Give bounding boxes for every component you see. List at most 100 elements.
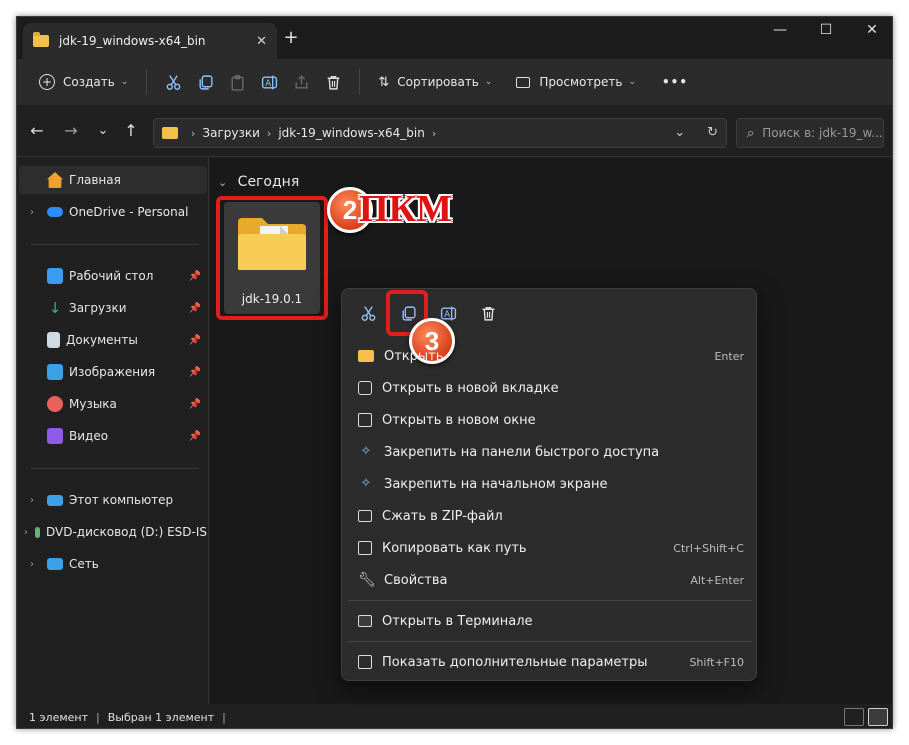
tab-jdk[interactable]: jdk-19_windows-x64_bin ✕: [23, 23, 277, 59]
menu-item-show-more-options[interactable]: Показать дополнительные параметры Shift+…: [348, 647, 752, 677]
group-header[interactable]: ⌄ Сегодня: [218, 174, 299, 190]
view-button[interactable]: Просмотреть ⌄: [508, 66, 644, 98]
delete-icon[interactable]: [317, 66, 349, 98]
sidebar-item-label: Сеть: [69, 557, 99, 571]
paste-icon[interactable]: [221, 66, 253, 98]
create-button[interactable]: + Создать ⌄: [31, 66, 136, 98]
sidebar-item-network[interactable]: › Сеть: [19, 550, 207, 578]
documents-icon: [47, 332, 60, 348]
pin-icon[interactable]: 📌: [189, 335, 201, 346]
maximize-button[interactable]: ☐: [803, 17, 849, 47]
sort-icon: ⇅: [378, 74, 390, 90]
pin-icon[interactable]: 📌: [189, 303, 201, 314]
sidebar-item-downloads[interactable]: ↓ Загрузки 📌: [19, 294, 207, 322]
breadcrumb-jdk-folder[interactable]: jdk-19_windows-x64_bin: [278, 126, 425, 140]
chevron-right-icon[interactable]: ›: [23, 207, 41, 218]
title-bar: jdk-19_windows-x64_bin ✕ + — ☐ ✕: [17, 17, 892, 59]
cut-icon[interactable]: [352, 297, 384, 329]
breadcrumb-downloads[interactable]: Загрузки: [202, 126, 260, 140]
video-icon: [47, 428, 63, 444]
sidebar-item-video[interactable]: Видео 📌: [19, 422, 207, 450]
up-button[interactable]: ↑: [119, 119, 143, 143]
chevron-down-icon: ⌄: [120, 77, 129, 87]
menu-item-label: Показать дополнительные параметры: [382, 654, 648, 670]
group-header-label: Сегодня: [237, 174, 300, 190]
menu-divider: [348, 641, 752, 642]
new-tab-icon: [358, 381, 372, 395]
toolbar-divider: [359, 69, 361, 95]
sort-button[interactable]: ⇅ Сортировать ⌄: [370, 66, 500, 98]
copy-icon[interactable]: [189, 66, 221, 98]
tab-close-icon[interactable]: ✕: [256, 34, 267, 49]
sidebar-item-label: Документы: [66, 333, 138, 347]
address-dropdown-icon[interactable]: ⌄: [674, 125, 685, 140]
sidebar-item-label: Главная: [69, 173, 121, 187]
tiles-view-icon[interactable]: [868, 708, 888, 726]
delete-icon[interactable]: [472, 297, 504, 329]
chevron-right-icon[interactable]: ›: [23, 559, 41, 570]
menu-item-label: Свойства: [384, 572, 448, 588]
rename-icon[interactable]: A: [253, 66, 285, 98]
file-list-area[interactable]: ⌄ Сегодня jdk-19.0.1 2 ПКМ A 3 Открыть E…: [210, 158, 892, 704]
sidebar-item-home[interactable]: Главная: [19, 166, 207, 194]
sidebar-item-label: OneDrive - Personal: [69, 205, 189, 219]
chevron-right-icon[interactable]: ›: [23, 527, 29, 538]
chevron-down-icon: ⌄: [484, 77, 493, 87]
sidebar-item-onedrive[interactable]: › OneDrive - Personal: [19, 198, 207, 226]
cut-icon[interactable]: [157, 66, 189, 98]
sidebar-item-music[interactable]: Музыка 📌: [19, 390, 207, 418]
sidebar-item-label: Рабочий стол: [69, 269, 154, 283]
view-label: Просмотреть: [539, 75, 623, 89]
menu-item-label: Открыть в Терминале: [382, 613, 533, 629]
sidebar-divider: [31, 468, 199, 469]
search-placeholder: Поиск в: jdk-19_w...: [762, 126, 883, 140]
details-view-icon[interactable]: [844, 708, 864, 726]
chevron-right-icon[interactable]: ›: [23, 495, 41, 506]
menu-item-properties[interactable]: 🔧︎ Свойства Alt+Enter: [348, 565, 752, 595]
recent-locations-button[interactable]: ⌄: [91, 119, 115, 143]
sidebar-item-desktop[interactable]: Рабочий стол 📌: [19, 262, 207, 290]
more-icon: •••: [661, 75, 688, 89]
sidebar-item-dvd[interactable]: › DVD-дисковод (D:) ESD-IS: [19, 518, 207, 546]
sort-label: Сортировать: [397, 75, 479, 89]
menu-item-open-terminal[interactable]: Открыть в Терминале: [348, 606, 752, 636]
annotation-label: ПКМ: [359, 188, 452, 230]
more-options-button[interactable]: •••: [654, 66, 696, 98]
file-explorer-window: jdk-19_windows-x64_bin ✕ + — ☐ ✕ + Созда…: [16, 16, 893, 729]
back-button[interactable]: ←: [25, 119, 49, 143]
svg-text:A: A: [444, 310, 450, 320]
pin-icon[interactable]: 📌: [189, 431, 201, 442]
computer-icon: [47, 494, 63, 506]
address-bar[interactable]: › Загрузки › jdk-19_windows-x64_bin › ⌄ …: [153, 118, 727, 148]
close-window-button[interactable]: ✕: [849, 17, 892, 47]
sidebar-item-documents[interactable]: Документы 📌: [19, 326, 207, 354]
breadcrumb-separator: ›: [266, 126, 272, 140]
menu-item-open-new-tab[interactable]: Открыть в новой вкладке: [348, 373, 752, 403]
menu-item-pin-quick-access[interactable]: ✧ Закрепить на панели быстрого доступа: [348, 437, 752, 467]
pin-icon[interactable]: 📌: [189, 367, 201, 378]
minimize-button[interactable]: —: [757, 17, 803, 47]
command-bar: + Создать ⌄ A ⇅ Сортировать ⌄ Просмотрет…: [17, 59, 892, 105]
zip-icon: [358, 510, 372, 522]
forward-button[interactable]: →: [59, 119, 83, 143]
menu-item-open-new-window[interactable]: Открыть в новом окне: [348, 405, 752, 435]
view-switcher: [844, 708, 888, 726]
share-icon[interactable]: [285, 66, 317, 98]
toolbar-divider: [146, 69, 148, 95]
navigation-pane: Главная › OneDrive - Personal Рабочий ст…: [17, 158, 209, 704]
menu-item-shortcut: Enter: [714, 349, 744, 363]
pin-icon[interactable]: 📌: [189, 271, 201, 282]
refresh-icon[interactable]: ↻: [707, 125, 718, 140]
sidebar-item-pictures[interactable]: Изображения 📌: [19, 358, 207, 386]
search-box[interactable]: ⌕ Поиск в: jdk-19_w...: [736, 118, 884, 148]
tab-title: jdk-19_windows-x64_bin: [59, 34, 206, 48]
menu-item-label: Сжать в ZIP-файл: [382, 508, 503, 524]
menu-item-open[interactable]: Открыть Enter: [348, 341, 752, 371]
menu-item-copy-path[interactable]: Копировать как путь Ctrl+Shift+C: [348, 533, 752, 563]
pin-icon[interactable]: 📌: [189, 399, 201, 410]
menu-item-pin-start[interactable]: ✧ Закрепить на начальном экране: [348, 469, 752, 499]
new-tab-button[interactable]: +: [279, 27, 303, 51]
menu-item-zip[interactable]: Сжать в ZIP-файл: [348, 501, 752, 531]
onedrive-icon: [47, 207, 63, 217]
sidebar-item-this-pc[interactable]: › Этот компьютер: [19, 486, 207, 514]
